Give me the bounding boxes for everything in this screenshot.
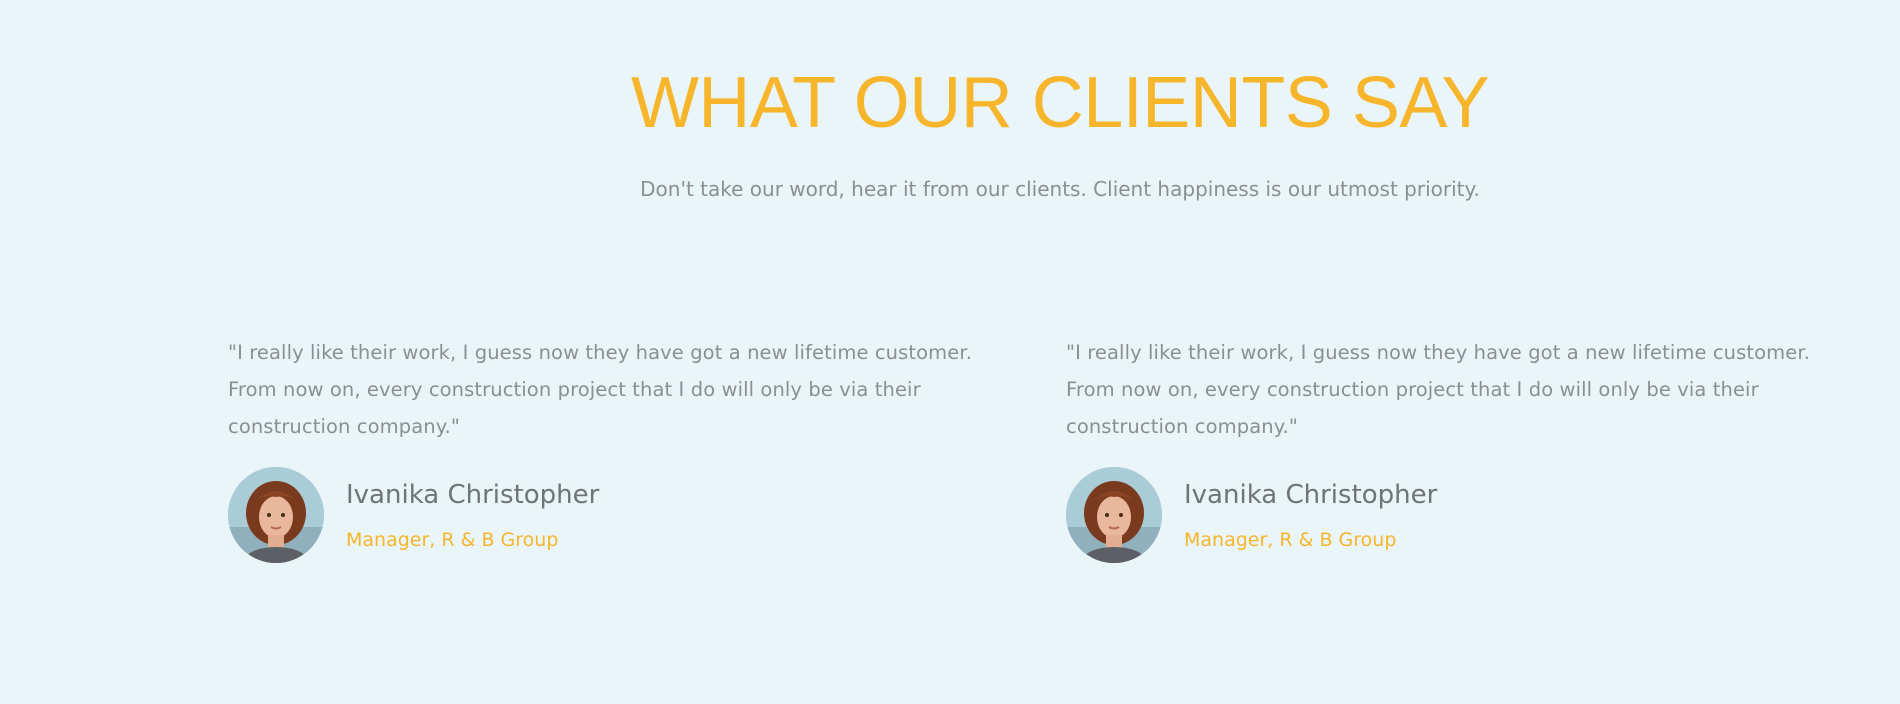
avatar [228,467,324,563]
author-role: Manager, R & B Group [1184,529,1397,551]
testimonial-card: "I really like their work, I guess now t… [1066,334,1856,445]
quote-line: "I really like their work, I guess now t… [228,341,972,364]
quote-line: "I really like their work, I guess now t… [1066,341,1810,364]
quote-line: construction company." [1066,415,1298,438]
author-role: Manager, R & B Group [346,529,559,551]
author-name: Ivanika Christopher [346,480,600,510]
portrait-avatar-icon [1066,467,1162,563]
quote-line: From now on, every construction project … [1066,378,1759,401]
testimonial-quote: "I really like their work, I guess now t… [1066,334,1856,445]
portrait-avatar-icon [228,467,324,563]
testimonials-section: WHAT OUR CLIENTS SAY Don't take our word… [0,0,1900,704]
quote-line: construction company." [228,415,460,438]
quote-line: From now on, every construction project … [228,378,921,401]
section-subtitle: Don't take our word, hear it from our cl… [640,177,1480,201]
testimonial-card: "I really like their work, I guess now t… [228,334,1018,445]
testimonial-quote: "I really like their work, I guess now t… [228,334,1018,445]
author-name: Ivanika Christopher [1184,480,1438,510]
avatar [1066,467,1162,563]
section-title: WHAT OUR CLIENTS SAY [630,63,1490,143]
